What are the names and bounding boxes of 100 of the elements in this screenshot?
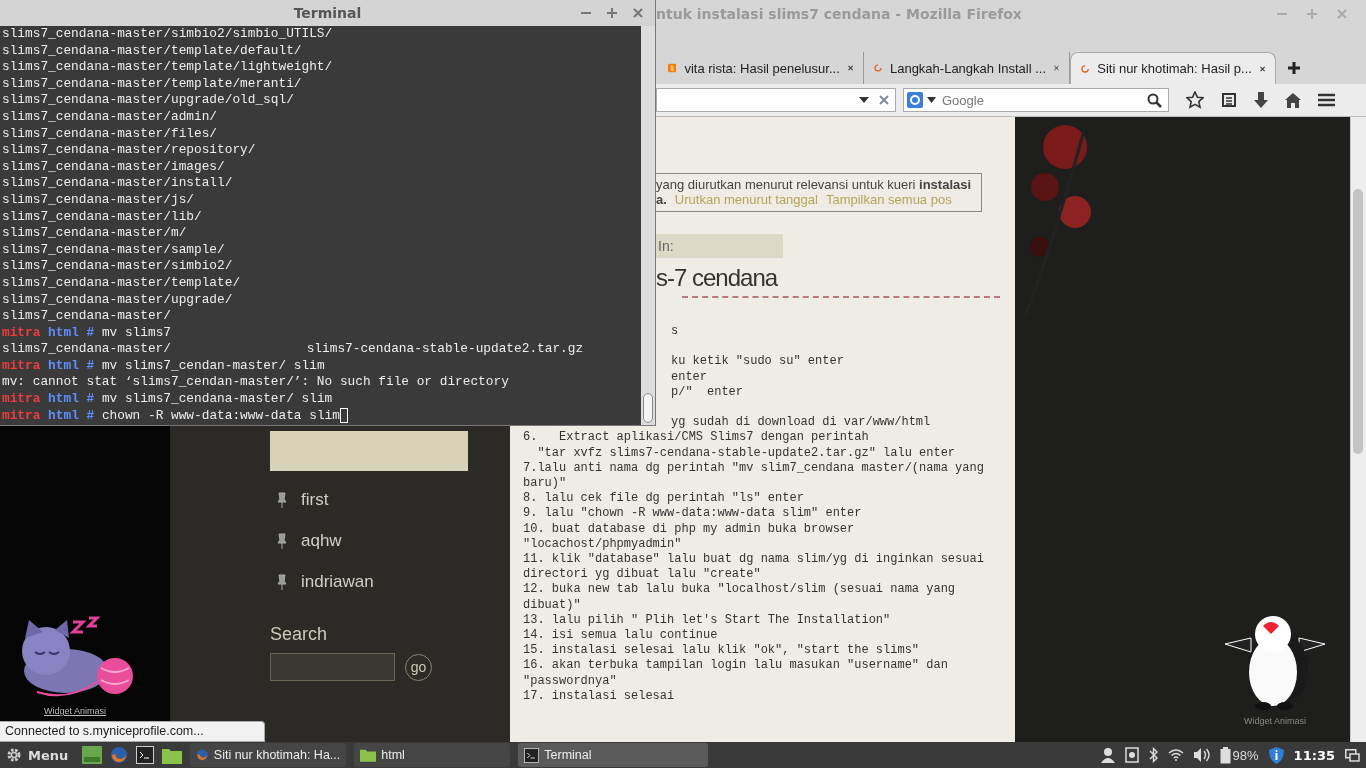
- menu-icon[interactable]: [1318, 93, 1335, 107]
- post-text-line: 10. buat database di php my admin buka browser "locachost/phpmyadmin": [523, 521, 856, 552]
- posted-in-label: In:: [658, 238, 674, 254]
- search-heading: Search: [270, 624, 329, 645]
- star-icon[interactable]: [1186, 91, 1204, 109]
- prompt-symbol: #: [86, 391, 95, 408]
- terminal-command: mv slims7: [101, 324, 171, 342]
- dropdown-caret-icon[interactable]: [927, 97, 936, 103]
- pushpin-icon: [277, 492, 287, 508]
- address-field[interactable]: [656, 88, 896, 112]
- prompt-directory: html: [48, 357, 79, 375]
- terminal-output: slims7_cendana-master/simbio2/: [2, 258, 233, 275]
- scrollbar[interactable]: [641, 26, 655, 425]
- post-text-line: ku ketik "sudo su" enter: [670, 354, 845, 370]
- firefox-icon[interactable]: [110, 746, 129, 764]
- dropdown-caret-icon[interactable]: [859, 97, 869, 103]
- post-text-line: 8. lalu cek file dg perintah "ls" enter: [523, 491, 805, 507]
- show-desktop-icon[interactable]: [82, 746, 103, 764]
- terminal-output: slims7_cendana-master/: [2, 341, 172, 358]
- volume-icon[interactable]: [1193, 748, 1210, 762]
- post-text-line: 13. lalu pilih " Plih let's Start The Installation": [523, 612, 892, 629]
- label-link[interactable]: first: [301, 490, 329, 510]
- widget-link[interactable]: Widget Animasi: [44, 706, 106, 716]
- prompt-directory: html: [48, 391, 79, 408]
- terminal-icon[interactable]: [136, 746, 155, 764]
- prompt-user: mitra: [2, 391, 41, 408]
- close-icon[interactable]: [847, 63, 853, 73]
- maximize-icon[interactable]: [607, 8, 617, 18]
- clear-icon[interactable]: [879, 95, 889, 105]
- terminal-output: slims7_cendana-master/upgrade/: [2, 291, 233, 309]
- taskbar-button[interactable]: html: [354, 743, 511, 767]
- prompt-symbol: #: [86, 324, 95, 342]
- label-link[interactable]: indriawan: [301, 572, 374, 592]
- post-text-line: p/" enter: [670, 384, 744, 400]
- search-input[interactable]: Google: [940, 91, 1143, 109]
- post-text-line: 6. Extract aplikasi/CMS Slims7 dengan perintah: [523, 430, 870, 446]
- post-text-line: 15. instalasi selesai lalu klik "ok", "start the slims": [523, 643, 921, 659]
- bluetooth-icon[interactable]: [1148, 747, 1158, 763]
- window-title: Terminal: [293, 5, 362, 21]
- new-tab-icon[interactable]: [1288, 62, 1300, 74]
- go-button[interactable]: go: [405, 653, 432, 681]
- shield-icon[interactable]: [1268, 746, 1284, 764]
- widget-caption: Widget Animasi: [1244, 716, 1306, 726]
- post-text-line: 11. klik "database" lalu buat dg nama slim/yg di inginkan sesuai directori yg dibuat lalu "create": [523, 552, 985, 583]
- close-icon[interactable]: [1054, 63, 1059, 73]
- terminal-icon: [524, 747, 540, 763]
- terminal-output: slims7_cendana-master/repository/: [2, 142, 256, 159]
- prompt-symbol: #: [86, 407, 95, 425]
- post-title: s-7 cendana: [656, 264, 779, 292]
- terminal-output: slims7_cendana-master/template/: [2, 274, 241, 292]
- clock[interactable]: 11:35: [1293, 747, 1335, 763]
- download-icon[interactable]: [1254, 92, 1268, 108]
- post-text-line: s: [670, 324, 680, 340]
- terminal-command: mv slims7_cendan-master/ slim: [101, 357, 325, 375]
- terminal-output: mv: cannot stat ‘slims7_cendan-master/’: No such file or directory: [2, 374, 509, 392]
- window-title: ntuk instalasi slims7 cendana - Mozilla Firefox: [656, 6, 1022, 22]
- terminal-output: slims7_cendana-master/template/lightweight/: [2, 59, 333, 76]
- prompt-symbol: #: [86, 357, 95, 375]
- label-link[interactable]: aqhw: [301, 531, 342, 551]
- taskbar-button[interactable]: Terminal: [518, 743, 709, 767]
- notice-text: yang diurutkan menurut relevansi untuk kueri instalasi: [656, 177, 973, 192]
- home-icon[interactable]: [1285, 92, 1301, 108]
- browser-tab[interactable]: Siti nur khotimah: Hasil p...: [1070, 52, 1276, 84]
- pushpin-icon: [277, 574, 287, 590]
- prompt-directory: html: [48, 324, 79, 342]
- post-text-line: yg sudah di download di var/www/html: [670, 415, 932, 431]
- menu-button[interactable]: Menu: [6, 747, 75, 763]
- windows-icon[interactable]: [1345, 748, 1360, 762]
- terminal-output: slims7-cendana-stable-update2.tar.gz: [306, 341, 584, 358]
- taskbar-button[interactable]: Siti nur khotimah: Ha...: [190, 743, 347, 767]
- reading-list-icon[interactable]: [1221, 92, 1237, 108]
- post-text-line: enter: [670, 369, 708, 385]
- firefox-icon: [196, 747, 209, 763]
- post-text-line: 9. lalu "chown -R www-data:www-data slim" enter: [523, 506, 863, 522]
- gear-icon: [6, 747, 22, 763]
- post-text-line: "tar xvfz slims7-cendana-stable-update2.tar.gz" lalu enter: [536, 445, 957, 461]
- prompt-user: mitra: [2, 324, 41, 342]
- battery-percent: 98%: [1232, 747, 1259, 763]
- post-text-line: 16. akan terbuka tampilan login lalu masukan "username" dan "passwordnya": [523, 658, 949, 689]
- search-field[interactable]: Google: [903, 88, 1169, 112]
- prompt-directory: html: [48, 407, 79, 425]
- terminal-output: slims7_cendana-master/install/: [2, 175, 233, 192]
- terminal-command: chown -R www-data:www-data slim: [101, 407, 340, 425]
- terminal-output: slims7_cendana-master/files/: [2, 125, 218, 143]
- folder-icon[interactable]: [162, 746, 183, 764]
- search-input[interactable]: [270, 653, 395, 681]
- search-icon[interactable]: [1147, 92, 1162, 108]
- google-icon[interactable]: [907, 92, 923, 108]
- terminal-command: mv slims7_cendana-master/ slim: [101, 391, 333, 408]
- scrollbar[interactable]: [1350, 117, 1366, 742]
- folder-icon: [360, 748, 377, 762]
- battery-icon[interactable]: [1219, 746, 1231, 764]
- user-icon[interactable]: [1100, 747, 1115, 763]
- post-text-line: 14. isi semua lalu continue: [523, 628, 719, 644]
- terminal-output: slims7_cendana-master/: [2, 308, 171, 325]
- post-text-line: 17. instalasi selesai: [523, 688, 676, 705]
- terminal-output: slims7_cendana-master/template/meranti/: [2, 75, 302, 93]
- terminal-output: slims7_cendana-master/upgrade/old_sql/: [2, 92, 294, 109]
- notice-text: a.: [656, 192, 667, 207]
- wifi-icon[interactable]: [1167, 749, 1184, 761]
